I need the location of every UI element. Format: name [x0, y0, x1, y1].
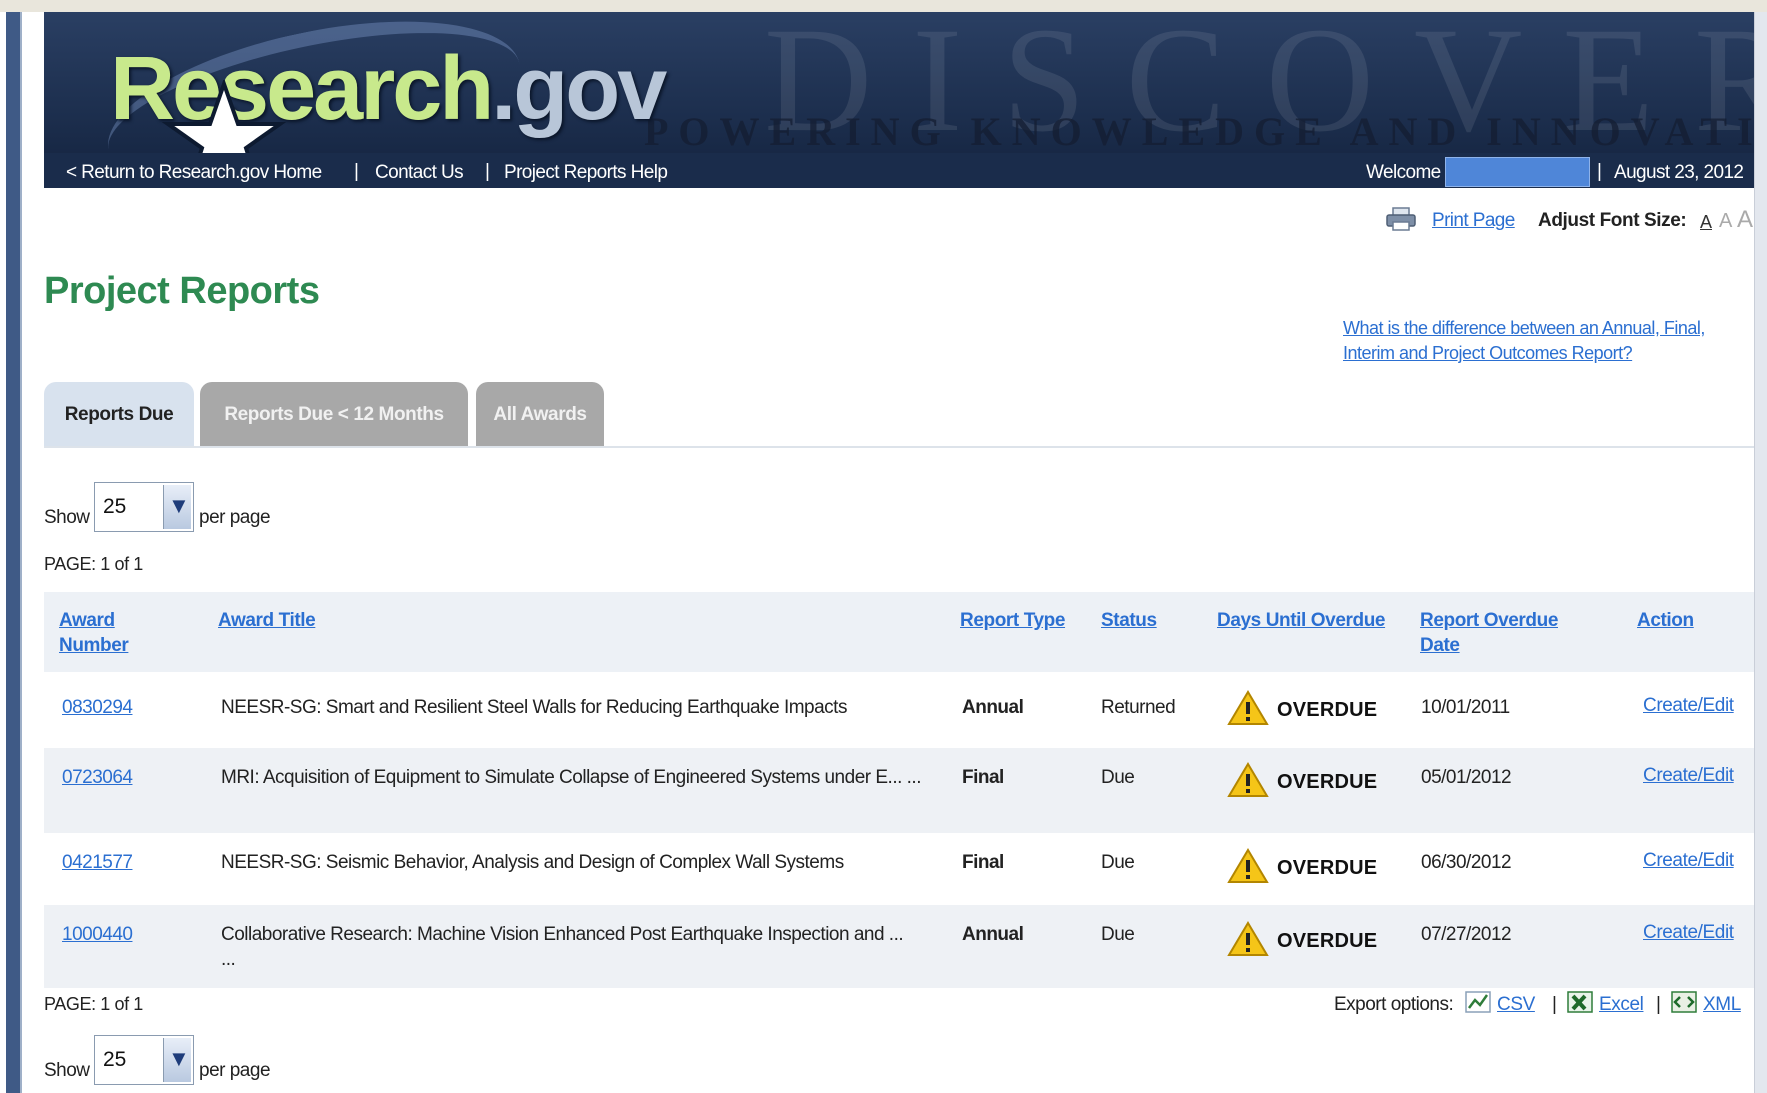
column-report-type[interactable]: Report Type: [960, 608, 1065, 633]
overdue-badge: OVERDUE: [1277, 857, 1378, 879]
csv-icon[interactable]: [1465, 990, 1491, 1014]
current-date: August 23, 2012: [1614, 162, 1744, 183]
per-page-value-bottom: 25: [103, 1048, 127, 1071]
show-label: Show: [44, 507, 90, 528]
tab-underline: [44, 446, 1754, 448]
table-header-row: Award Number Award Title Report Type Sta…: [44, 592, 1754, 672]
warning-icon: [1227, 762, 1269, 797]
report-status: Returned: [1101, 697, 1176, 718]
xml-icon[interactable]: [1671, 990, 1697, 1014]
per-page-select-bottom[interactable]: 25 ▼: [94, 1035, 194, 1085]
export-options-label: Export options:: [1334, 994, 1454, 1015]
nav-return-home-link[interactable]: < Return to Research.gov Home: [66, 162, 322, 184]
left-frame-bar: [6, 12, 20, 1093]
tab-reports-due[interactable]: Reports Due: [44, 382, 194, 447]
warning-icon: [1227, 848, 1269, 883]
printer-icon[interactable]: [1386, 207, 1416, 231]
font-size-medium-button[interactable]: A: [1719, 210, 1732, 233]
adjust-font-size-label: Adjust Font Size:: [1538, 210, 1687, 231]
column-report-overdue-date[interactable]: Report Overdue Date: [1420, 608, 1590, 658]
nav-contact-link[interactable]: Contact Us: [375, 162, 464, 184]
table-row: 0421577 NEESR-SG: Seismic Behavior, Anal…: [44, 833, 1754, 905]
overdue-badge: OVERDUE: [1277, 699, 1378, 721]
report-type: Final: [962, 852, 1004, 873]
award-title: Collaborative Research: Machine Vision E…: [221, 924, 904, 970]
nav-separator: |: [354, 161, 359, 182]
print-page-link[interactable]: Print Page: [1432, 210, 1515, 232]
font-size-large-button[interactable]: A: [1737, 206, 1753, 234]
report-overdue-date: 06/30/2012: [1421, 852, 1512, 873]
export-separator: |: [1656, 994, 1661, 1015]
report-type: Annual: [962, 924, 1024, 945]
report-overdue-date: 07/27/2012: [1421, 924, 1512, 945]
site-header: DISCOVERY POWERING KNOWLEDGE AND INNOVAT…: [44, 12, 1754, 188]
nav-separator: |: [1597, 161, 1602, 182]
award-title: MRI: Acquisition of Equipment to Simulat…: [221, 767, 922, 788]
report-type: Annual: [962, 697, 1024, 718]
left-frame-divider: [20, 12, 22, 1093]
show-label-bottom: Show: [44, 1060, 90, 1081]
table-row: 0723064 MRI: Acquisition of Equipment to…: [44, 748, 1754, 833]
report-types-help-link[interactable]: What is the difference between an Annual…: [1343, 316, 1743, 366]
award-title: NEESR-SG: Smart and Resilient Steel Wall…: [221, 697, 847, 718]
nav-help-link[interactable]: Project Reports Help: [504, 162, 668, 184]
welcome-user-name: [1445, 157, 1590, 187]
report-overdue-date: 05/01/2012: [1421, 767, 1512, 788]
column-status[interactable]: Status: [1101, 608, 1157, 633]
per-page-label-bottom: per page: [199, 1060, 271, 1081]
nav-separator: |: [485, 161, 490, 182]
award-number-link[interactable]: 0723064: [62, 765, 133, 790]
overdue-badge: OVERDUE: [1277, 930, 1378, 952]
header-tagline: POWERING KNOWLEDGE AND INNOVATION: [644, 109, 1754, 154]
column-days-until-overdue[interactable]: Days Until Overdue: [1217, 608, 1385, 633]
per-page-select[interactable]: 25 ▼: [94, 482, 194, 532]
per-page-label: per page: [199, 507, 271, 528]
award-title: NEESR-SG: Seismic Behavior, Analysis and…: [221, 852, 844, 873]
report-type: Final: [962, 767, 1004, 788]
per-page-value: 25: [103, 495, 127, 518]
chevron-down-icon[interactable]: ▼: [163, 485, 191, 529]
create-edit-link[interactable]: Create/Edit: [1643, 922, 1734, 944]
page-info: PAGE: 1 of 1: [44, 554, 143, 574]
column-award-number[interactable]: Award Number: [59, 608, 149, 658]
export-csv-link[interactable]: CSV: [1497, 994, 1535, 1016]
chevron-down-icon[interactable]: ▼: [163, 1038, 191, 1082]
overdue-badge: OVERDUE: [1277, 771, 1378, 793]
vertical-scrollbar[interactable]: [1754, 12, 1767, 1093]
page-info-bottom: PAGE: 1 of 1: [44, 994, 143, 1014]
warning-icon: [1227, 690, 1269, 725]
award-number-link[interactable]: 0421577: [62, 850, 133, 875]
logo-text-suffix: .gov: [491, 39, 667, 139]
create-edit-link[interactable]: Create/Edit: [1643, 695, 1734, 717]
report-status: Due: [1101, 767, 1135, 788]
export-excel-link[interactable]: Excel: [1599, 994, 1644, 1016]
welcome-label: Welcome: [1366, 162, 1441, 183]
excel-icon[interactable]: [1567, 990, 1593, 1014]
report-status: Due: [1101, 924, 1135, 945]
column-award-title[interactable]: Award Title: [218, 608, 316, 633]
table-row: 1000440 Collaborative Research: Machine …: [44, 905, 1754, 988]
header-nav-bar: < Return to Research.gov Home | Contact …: [44, 153, 1754, 188]
warning-icon: [1227, 921, 1269, 956]
font-size-small-button[interactable]: A: [1700, 212, 1712, 233]
award-number-link[interactable]: 1000440: [62, 922, 133, 947]
page-title: Project Reports: [44, 270, 320, 312]
create-edit-link[interactable]: Create/Edit: [1643, 850, 1734, 872]
award-number-link[interactable]: 0830294: [62, 695, 133, 720]
browser-page: DISCOVERY POWERING KNOWLEDGE AND INNOVAT…: [0, 0, 1767, 1093]
table-row: 0830294 NEESR-SG: Smart and Resilient St…: [44, 672, 1754, 748]
window-top-strip: [0, 0, 1767, 12]
tab-reports-due-12-months[interactable]: Reports Due < 12 Months: [200, 382, 468, 447]
export-xml-link[interactable]: XML: [1703, 994, 1741, 1016]
export-separator: |: [1552, 994, 1557, 1015]
column-action[interactable]: Action: [1637, 608, 1694, 633]
report-status: Due: [1101, 852, 1135, 873]
tab-all-awards[interactable]: All Awards: [476, 382, 604, 447]
create-edit-link[interactable]: Create/Edit: [1643, 765, 1734, 787]
report-overdue-date: 10/01/2011: [1421, 697, 1510, 718]
